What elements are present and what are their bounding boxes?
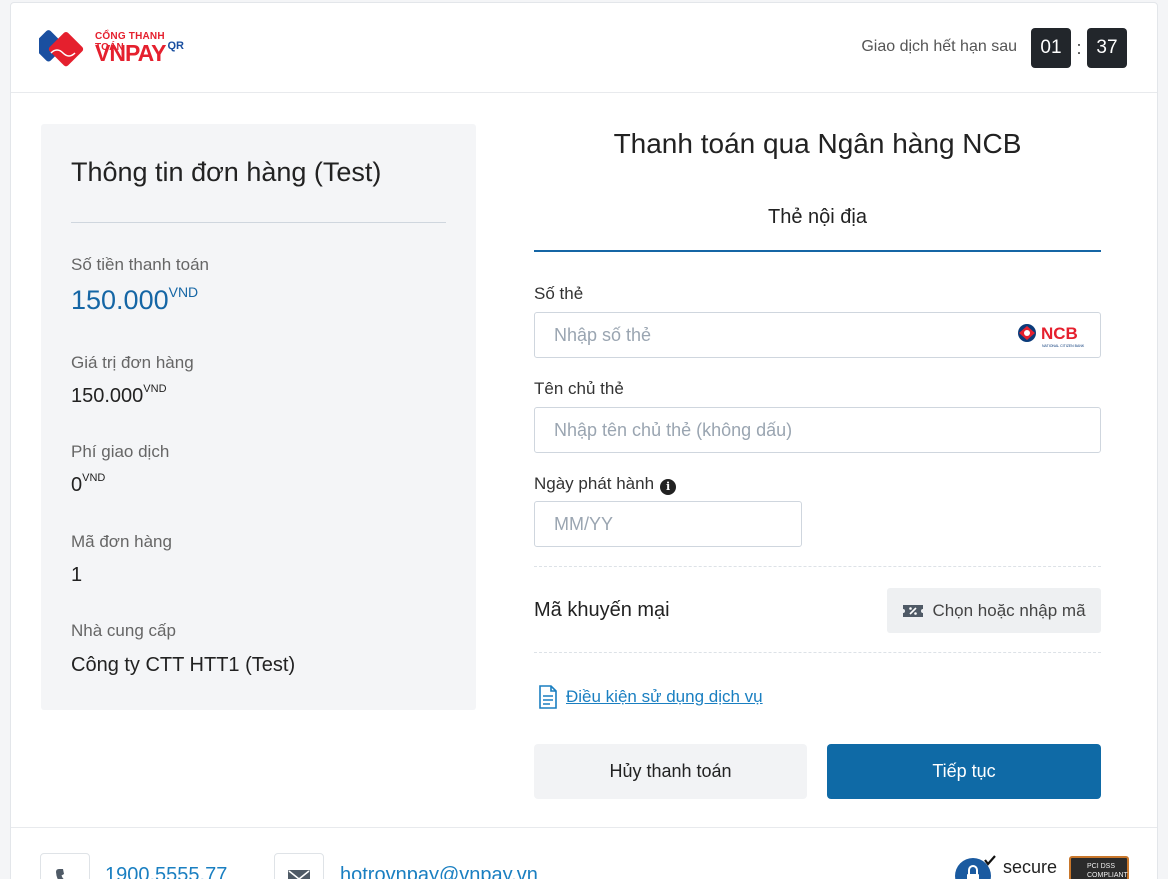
footer: 1900.5555.77 hotrovnpay@vnpay.vn secure … (11, 827, 1157, 879)
order-info-panel: Thông tin đơn hàng (Test) Số tiền thanh … (41, 124, 476, 710)
provider-value: Công ty CTT HTT1 (Test) (71, 654, 296, 676)
secure-badge: secure (953, 854, 1063, 879)
promo-button[interactable]: Chọn hoặc nhập mã (887, 588, 1101, 633)
divider (534, 652, 1101, 653)
amount-label: Số tiền thanh toán (71, 255, 210, 274)
card-holder-input[interactable]: Nhập tên chủ thẻ (không dấu) (534, 407, 1101, 453)
email-icon-box (274, 853, 324, 879)
email-icon (288, 870, 310, 879)
ncb-bank-logo: NCB NATIONAL CITIZEN BANK (1018, 324, 1085, 348)
card-number-placeholder: Nhập số thẻ (554, 324, 652, 345)
issue-date-input[interactable]: MM/YY (534, 501, 802, 547)
card-number-input[interactable]: Nhập số thẻ NCB NATIONAL CITIZEN BANK (534, 312, 1101, 358)
continue-button[interactable]: Tiếp tục (827, 744, 1101, 799)
order-value: 150.000VND (71, 383, 167, 407)
promo-label: Mã khuyến mại (534, 599, 670, 621)
provider-label: Nhà cung cấp (71, 621, 176, 640)
phone-icon (56, 869, 69, 879)
issue-date-placeholder: MM/YY (554, 513, 614, 534)
form-title: Thanh toán qua Ngân hàng NCB (613, 128, 1022, 159)
logo-wordmark: VNPAY QR (95, 40, 184, 66)
tab-domestic-card[interactable]: Thẻ nội địa (534, 206, 1101, 252)
timer-label: Giao dịch hết hạn sau (861, 38, 1017, 55)
timer-separator: : (1076, 37, 1082, 58)
secure-shield-icon (955, 855, 996, 879)
fee-value: 0VND (71, 472, 106, 496)
card-holder-label: Tên chủ thẻ (534, 379, 624, 398)
ticket-icon (903, 604, 924, 617)
phone-icon-box (40, 853, 90, 879)
divider (71, 222, 446, 223)
terms-link-label: Điều kiện sử dụng dịch vụ (566, 687, 763, 706)
cancel-button[interactable]: Hủy thanh toán (534, 744, 807, 799)
support-phone[interactable]: 1900.5555.77 (105, 864, 227, 879)
payment-card: CỔNG THANH TOÁN VNPAY QR Giao dịch hết hạ… (10, 2, 1158, 879)
amount-value: 150.000VND (71, 284, 199, 315)
timer-minutes: 01 (1031, 28, 1071, 68)
order-id-value: 1 (71, 564, 83, 586)
svg-text:NATIONAL CITIZEN BANK: NATIONAL CITIZEN BANK (1042, 344, 1085, 348)
header: CỔNG THANH TOÁN VNPAY QR Giao dịch hết hạ… (11, 3, 1157, 93)
promo-button-label: Chọn hoặc nhập mã (932, 600, 1086, 620)
issue-date-label: Ngày phát hành i (534, 474, 677, 495)
support-email[interactable]: hotrovnpay@vnpay.vn (340, 864, 538, 879)
vnpay-logo-icon (39, 30, 84, 67)
pci-dss-badge: PCI DSS COMPLIANT (1069, 856, 1129, 879)
countdown-timer: 01 : 37 (1031, 28, 1127, 68)
svg-text:NCB: NCB (1041, 324, 1078, 343)
fee-label: Phí giao dịch (71, 442, 170, 461)
divider (534, 566, 1101, 567)
secure-text: secure (1003, 857, 1058, 877)
info-icon[interactable]: i (660, 479, 677, 495)
order-info-title: Thông tin đơn hàng (Test) (71, 157, 382, 187)
card-number-label: Số thẻ (534, 284, 584, 303)
order-id-label: Mã đơn hàng (71, 532, 172, 551)
vnpay-logo: CỔNG THANH TOÁN VNPAY QR (39, 25, 189, 71)
timer-seconds: 37 (1087, 28, 1127, 68)
order-value-label: Giá trị đơn hàng (71, 353, 194, 372)
document-icon (539, 685, 557, 709)
card-holder-placeholder: Nhập tên chủ thẻ (không dấu) (554, 419, 793, 440)
terms-link[interactable]: Điều kiện sử dụng dịch vụ (538, 685, 763, 709)
